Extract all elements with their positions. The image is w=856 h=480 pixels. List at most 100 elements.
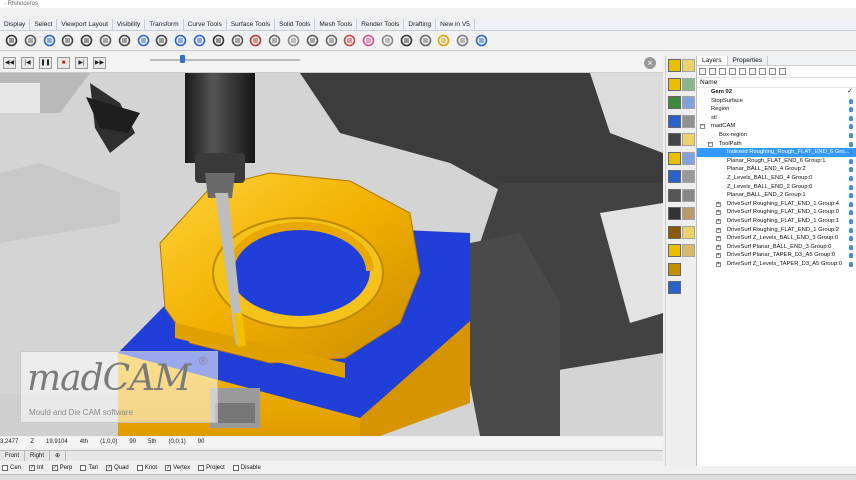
visibility-bulb-icon[interactable]	[849, 141, 853, 147]
tool-icon[interactable]	[668, 188, 681, 202]
visibility-bulb-icon[interactable]	[849, 115, 853, 121]
toolpath-icon-alt[interactable]	[682, 96, 695, 109]
toolpath-icon[interactable]	[668, 96, 681, 109]
layer-row[interactable]: Planar_Rough_FLAT_END_6 Group:1	[697, 157, 856, 166]
grid-icon[interactable]	[230, 33, 245, 48]
visibility-bulb-icon[interactable]	[849, 150, 853, 156]
filter-icon[interactable]	[759, 68, 766, 75]
check-icon-alt[interactable]	[682, 170, 695, 183]
layer-row[interactable]: Region	[697, 105, 856, 114]
close-icon[interactable]: ×	[644, 57, 656, 69]
layer-row[interactable]: + DriveSurf Roughing_FLAT_END_1 Group:4	[697, 200, 856, 209]
message-icon[interactable]	[668, 244, 681, 257]
machine-icon[interactable]	[668, 133, 681, 146]
collapse-icon[interactable]: −	[708, 141, 713, 147]
layer-row[interactable]: + DriveSurf Planar_BALL_END_3 Group:0	[697, 243, 856, 252]
properties-icon[interactable]	[305, 33, 320, 48]
move-parent-icon[interactable]	[749, 68, 756, 75]
checkbox-icon[interactable]	[136, 465, 143, 471]
add-viewport-icon[interactable]: ⊕	[50, 451, 67, 461]
layer-row[interactable]: + DriveSurf Roughing_FLAT_END_1 Group:2	[697, 226, 856, 235]
help-icon[interactable]	[474, 33, 489, 48]
current-layer-check-icon[interactable]: ✓	[847, 88, 853, 97]
cplane-icon[interactable]	[248, 33, 263, 48]
stop-icon[interactable]: ■	[57, 57, 70, 69]
visibility-bulb-icon[interactable]	[849, 175, 853, 181]
expand-icon[interactable]: +	[716, 236, 721, 242]
visibility-bulb-icon[interactable]	[849, 158, 853, 164]
checkbox-icon[interactable]: ✓	[29, 465, 36, 471]
help-icon[interactable]	[779, 68, 786, 75]
pause-icon[interactable]: ❚❚	[39, 57, 52, 69]
machine-icon-alt[interactable]	[682, 133, 695, 146]
cam-help-icon[interactable]	[668, 281, 681, 294]
osnap-vertex[interactable]: ✓ Vertex	[165, 463, 190, 473]
simulate-icon[interactable]	[668, 114, 681, 128]
tab-properties[interactable]: Properties	[728, 56, 769, 65]
sphere-icon[interactable]	[380, 33, 395, 48]
osnap-project[interactable]: Project	[198, 463, 225, 473]
layer-icon[interactable]	[267, 33, 282, 48]
new-sublayer-icon[interactable]	[709, 68, 716, 75]
move-icon[interactable]	[117, 33, 132, 48]
animation-slider-track[interactable]	[150, 59, 300, 61]
zoom-icon[interactable]	[136, 33, 151, 48]
osnap-perp[interactable]: ✓ Perp	[51, 463, 72, 473]
perspective-viewport[interactable]: madCAM ® Mould and Die CAM software	[0, 73, 663, 436]
checkbox-icon[interactable]	[80, 465, 87, 471]
visibility-bulb-icon[interactable]	[849, 218, 853, 224]
tool-icon-alt[interactable]	[682, 188, 695, 202]
layer-row[interactable]: Z_Levels_BALL_END_2 Group:0	[697, 183, 856, 192]
rewind-icon[interactable]: |◀	[21, 57, 34, 69]
tab-surface-tools[interactable]: Surface Tools	[227, 19, 276, 30]
move-down-icon[interactable]	[739, 68, 746, 75]
osnap-knot[interactable]: Knot	[136, 463, 157, 473]
layer-row[interactable]: stl	[697, 114, 856, 123]
undo-icon[interactable]	[79, 33, 94, 48]
zoom-selected-icon[interactable]	[192, 33, 207, 48]
tab-layers[interactable]: Layers	[697, 56, 728, 65]
expand-icon[interactable]: +	[716, 210, 721, 216]
tab-select[interactable]: Select	[30, 19, 58, 30]
layer-row[interactable]: − ToolPath	[697, 140, 856, 149]
message-icon-alt[interactable]	[682, 244, 695, 257]
visibility-bulb-icon[interactable]	[849, 193, 853, 199]
light-icon[interactable]	[286, 33, 301, 48]
osnap-disable[interactable]: Disable	[232, 463, 261, 473]
layer-row[interactable]: StopSurface	[697, 97, 856, 106]
zoom-window-icon[interactable]	[154, 33, 169, 48]
visibility-bulb-icon[interactable]	[849, 227, 853, 233]
layer-row[interactable]: + DriveSurf Planar_TAPER_D3_A5 Group:0	[697, 251, 856, 260]
layer-row[interactable]: + DriveSurf Z_Levels_TAPER_D3_A5 Group:0	[697, 260, 856, 269]
shaded-icon[interactable]	[399, 33, 414, 48]
tab-display[interactable]: Display	[0, 19, 31, 30]
expand-icon[interactable]: +	[716, 218, 721, 224]
expand-icon[interactable]: +	[716, 261, 721, 267]
expand-icon[interactable]: +	[716, 201, 721, 207]
post-icon[interactable]	[668, 151, 681, 165]
layer-row[interactable]: + DriveSurf Roughing_FLAT_END_1 Group:0	[697, 208, 856, 217]
tab-visibility[interactable]: Visibility	[113, 19, 146, 30]
delete-layer-icon[interactable]	[719, 68, 726, 75]
layer-row[interactable]: Box-region	[697, 131, 856, 140]
new-layer-icon[interactable]	[699, 68, 706, 75]
options-icon[interactable]	[455, 33, 470, 48]
previous-icon[interactable]: ◀◀	[3, 57, 16, 69]
tab-new-in-v5[interactable]: New in V5	[436, 19, 475, 30]
checkbox-icon[interactable]: ✓	[51, 465, 58, 471]
visibility-bulb-icon[interactable]	[849, 253, 853, 259]
rendered-icon[interactable]	[418, 33, 433, 48]
tab-mesh-tools[interactable]: Mesh Tools	[315, 19, 358, 30]
checkbox-icon[interactable]	[232, 465, 239, 471]
visibility-bulb-icon[interactable]	[849, 244, 853, 250]
tab-curve-tools[interactable]: Curve Tools	[184, 19, 227, 30]
operator-icon-alt[interactable]	[682, 207, 695, 220]
layer-row[interactable]: Gem 02 ✓	[697, 88, 856, 97]
rotate-icon[interactable]	[211, 33, 226, 48]
visibility-bulb-icon[interactable]	[849, 201, 853, 207]
visibility-bulb-icon[interactable]	[849, 124, 853, 130]
visibility-bulb-icon[interactable]	[849, 236, 853, 242]
osnap-int[interactable]: ✓ Int	[29, 463, 44, 473]
tab-front[interactable]: Front	[0, 451, 26, 461]
layer-row[interactable]: Z_Levels_BALL_END_4 Group:0	[697, 174, 856, 183]
